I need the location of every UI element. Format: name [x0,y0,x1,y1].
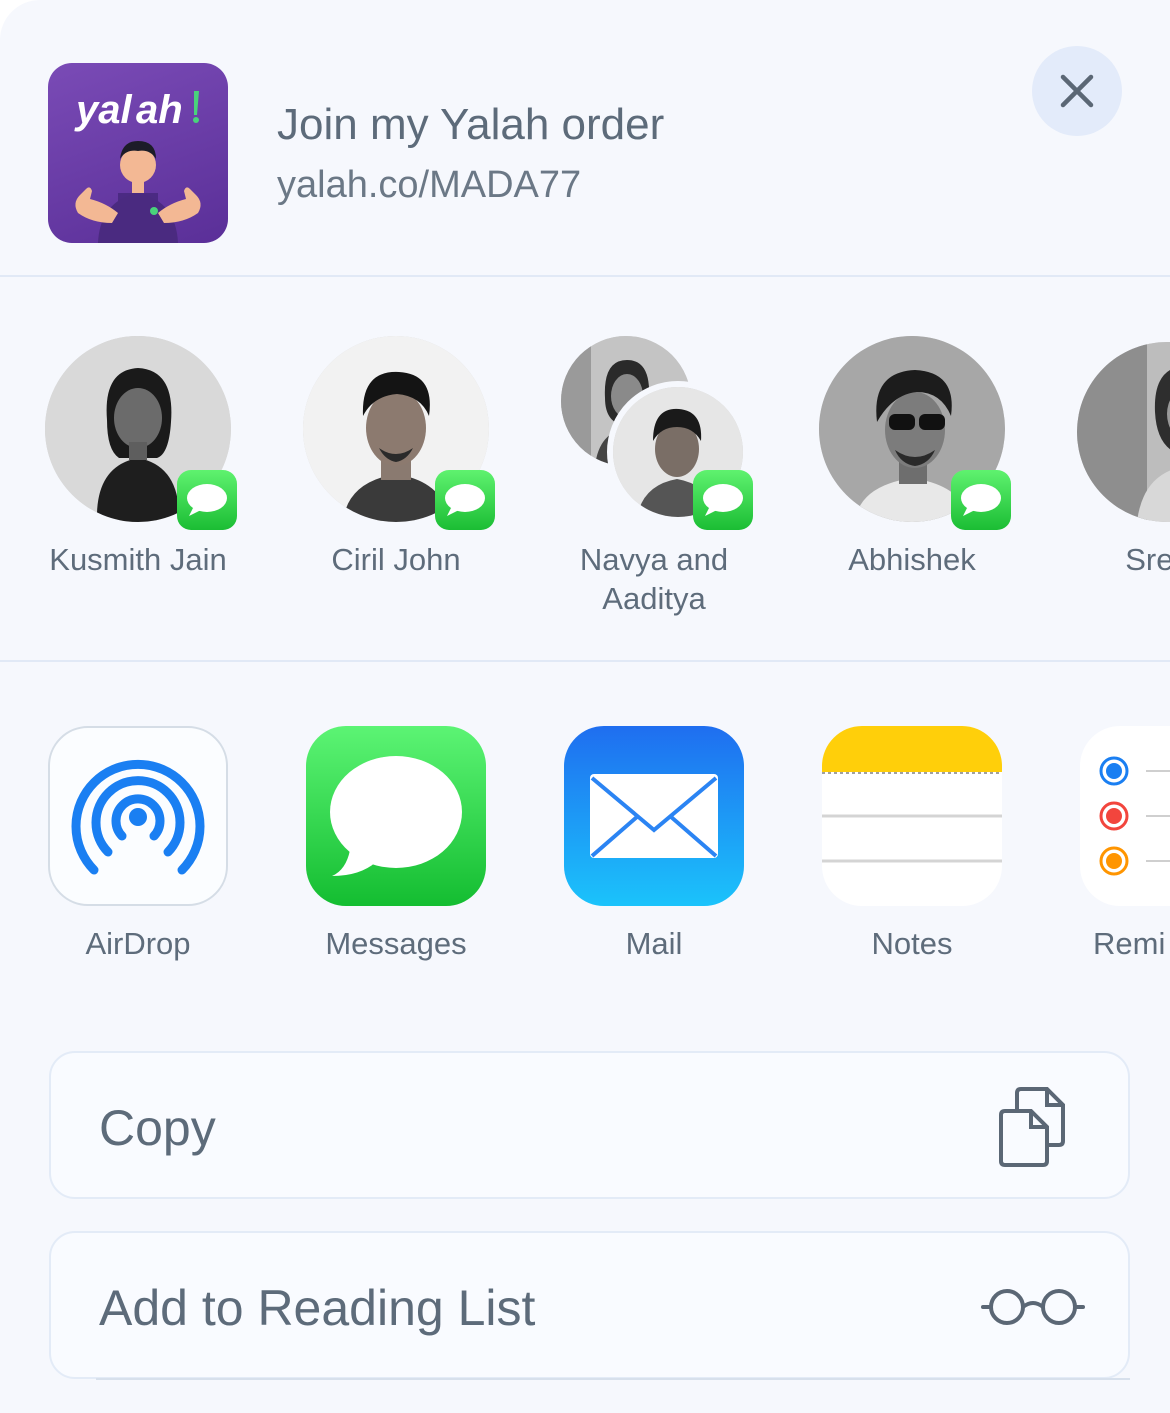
app-label-notes: Notes [871,926,953,961]
svg-text:yal: yal [74,88,132,132]
person-name-line1: Navya and [579,542,729,577]
list-bottom-divider [96,1378,1130,1380]
copy-icon [999,1087,1065,1167]
person-sreela[interactable]: Sreela [1050,336,1170,596]
messages-badge-icon [435,470,495,530]
share-sheet: yal ah Join my Yalah order yalah.co/MADA… [0,0,1170,1413]
close-button[interactable] [1032,46,1122,136]
people-divider [0,660,1170,662]
reading-list-label: Add to Reading List [99,1280,536,1336]
app-mail[interactable] [564,726,744,906]
person-name: Kusmith Jain [49,542,227,577]
copy-label: Copy [99,1100,216,1156]
app-label-reminders: Remi [1093,926,1166,961]
person-name: Abhishek [848,542,976,577]
person-ciril-john[interactable]: Ciril John [276,336,516,596]
link-thumbnail: yal ah [48,63,228,243]
share-title: Join my Yalah order [277,100,665,149]
mail-icon [590,774,718,858]
person-name-line2: Aaditya [602,581,706,616]
app-label-airdrop: AirDrop [85,926,191,961]
app-messages[interactable] [306,726,486,906]
app-airdrop[interactable] [48,726,228,906]
avatar [1077,342,1170,522]
messages-icon [330,756,462,876]
reminders-icon [1099,756,1170,876]
copy-action-row[interactable]: Copy [49,1051,1130,1199]
svg-text:ah: ah [136,88,183,132]
reading-list-action-row[interactable]: Add to Reading List [49,1231,1130,1379]
app-label-mail: Mail [625,926,683,961]
app-notes[interactable] [822,726,1002,906]
share-url: yalah.co/MADA77 [277,164,582,206]
notes-icon [822,726,1002,863]
person-name: Sreela [1125,542,1170,577]
person-name: Ciril John [331,542,461,577]
close-icon [1060,74,1094,108]
app-label-messages: Messages [325,926,467,961]
person-kusmith-jain[interactable]: Kusmith Jain [18,336,258,596]
messages-badge-icon [693,470,753,530]
yalah-logo-image: yal ah [74,88,201,243]
share-header: yal ah Join my Yalah order yalah.co/MADA… [0,0,1170,276]
airdrop-icon [71,759,205,875]
messages-badge-icon [951,470,1011,530]
messages-badge-icon [177,470,237,530]
glasses-icon [981,1289,1085,1325]
app-reminders[interactable] [1080,726,1170,906]
header-divider [0,275,1170,277]
person-navya-and-aaditya[interactable]: Navya and Aaditya [534,336,774,616]
person-abhishek[interactable]: Abhishek [792,336,1032,596]
